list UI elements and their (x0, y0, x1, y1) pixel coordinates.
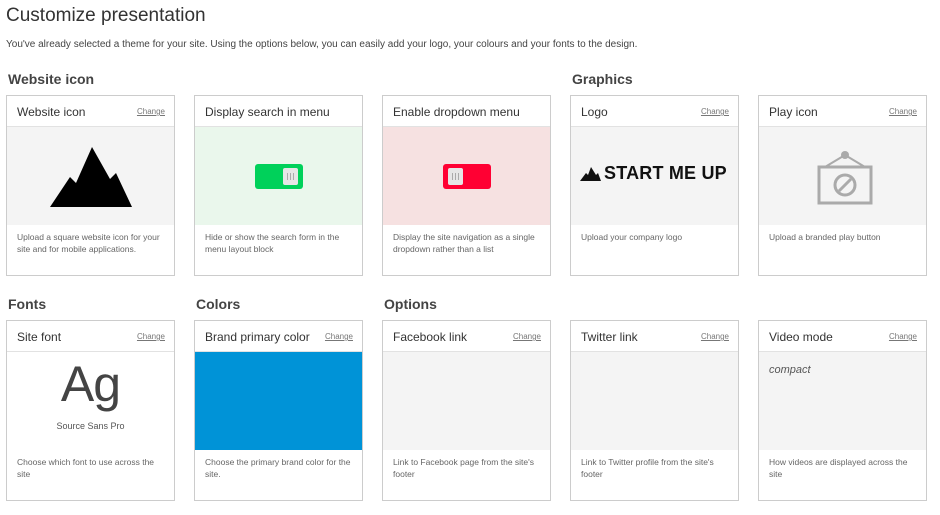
card-logo[interactable]: Logo Change START ME UP Upload your comp… (570, 95, 739, 276)
card-description: Upload a branded play button (769, 232, 881, 242)
section-title-graphics: Graphics (572, 71, 633, 87)
card-header: Twitter link Change (571, 321, 738, 352)
card-search-in-menu[interactable]: Display search in menu Hide or show the … (194, 95, 363, 276)
card-description: Upload a square website icon for your si… (17, 232, 160, 254)
toggle-knob (283, 168, 298, 185)
card-description: Link to Facebook page from the site's fo… (393, 457, 535, 479)
card-title: Video mode (769, 330, 833, 344)
section-title-website-icon: Website icon (8, 71, 95, 87)
card-description: How videos are displayed across the site (769, 457, 908, 479)
video-mode-value: compact (769, 364, 811, 376)
font-sample: Ag (60, 356, 121, 412)
card-title: Brand primary color (205, 330, 310, 344)
section-title-options: Options (384, 296, 437, 312)
search-menu-toggle[interactable] (255, 164, 303, 189)
card-header: Website icon Change (7, 96, 174, 127)
card-preview: START ME UP (571, 127, 738, 225)
dropdown-menu-toggle[interactable] (443, 164, 491, 189)
card-title: Site font (17, 330, 62, 344)
card-header: Video mode Change (759, 321, 926, 352)
change-link[interactable]: Change (137, 107, 165, 116)
card-header: Play icon Change (759, 96, 926, 127)
change-link[interactable]: Change (137, 332, 165, 341)
card-description: Upload your company logo (581, 232, 683, 242)
card-brand-primary-color[interactable]: Brand primary color Change Choose the pr… (194, 320, 363, 501)
card-preview (7, 127, 174, 225)
mountain-icon (50, 147, 132, 207)
card-twitter-link[interactable]: Twitter link Change Link to Twitter prof… (570, 320, 739, 501)
card-preview: compact (759, 352, 926, 450)
card-description: Choose which font to use across the site (17, 457, 155, 479)
card-header: Enable dropdown menu (383, 96, 550, 127)
card-description: Link to Twitter profile from the site's … (581, 457, 714, 479)
card-header: Display search in menu (195, 96, 362, 127)
card-site-font[interactable]: Site font Change Ag Source Sans Pro Choo… (6, 320, 175, 501)
play-frame-icon (817, 151, 873, 205)
card-description: Display the site navigation as a single … (393, 232, 535, 254)
card-preview (383, 127, 550, 225)
section-title-colors: Colors (196, 296, 241, 312)
card-dropdown-menu[interactable]: Enable dropdown menu Display the site na… (382, 95, 551, 276)
font-name: Source Sans Pro (56, 421, 125, 431)
change-link[interactable]: Change (701, 107, 729, 116)
card-preview: Ag Source Sans Pro (7, 352, 174, 450)
card-description: Hide or show the search form in the menu… (205, 232, 340, 254)
card-description: Choose the primary brand color for the s… (205, 457, 351, 479)
change-link[interactable]: Change (325, 332, 353, 341)
page-subtitle: You've already selected a theme for your… (6, 39, 638, 50)
card-header: Logo Change (571, 96, 738, 127)
card-title: Enable dropdown menu (393, 105, 520, 119)
card-header: Facebook link Change (383, 321, 550, 352)
card-preview (759, 127, 926, 225)
card-preview (383, 352, 550, 450)
change-link[interactable]: Change (513, 332, 541, 341)
color-swatch[interactable] (195, 352, 362, 450)
card-header: Site font Change (7, 321, 174, 352)
card-title: Twitter link (581, 330, 638, 344)
card-play-icon[interactable]: Play icon Change Upload a branded play b… (758, 95, 927, 276)
card-title: Logo (581, 105, 608, 119)
change-link[interactable]: Change (889, 107, 917, 116)
logo-image-text: START ME UP (604, 163, 727, 183)
page-title: Customize presentation (6, 5, 206, 26)
logo-mountain-icon (580, 167, 601, 181)
card-title: Display search in menu (205, 105, 330, 119)
change-link[interactable]: Change (701, 332, 729, 341)
card-facebook-link[interactable]: Facebook link Change Link to Facebook pa… (382, 320, 551, 501)
card-title: Play icon (769, 105, 818, 119)
card-preview (571, 352, 738, 450)
card-website-icon[interactable]: Website icon Change Upload a square webs… (6, 95, 175, 276)
card-title: Website icon (17, 105, 86, 119)
section-title-fonts: Fonts (8, 296, 47, 312)
card-video-mode[interactable]: Video mode Change compact How videos are… (758, 320, 927, 501)
toggle-knob (448, 168, 463, 185)
card-preview (195, 127, 362, 225)
card-header: Brand primary color Change (195, 321, 362, 352)
change-link[interactable]: Change (889, 332, 917, 341)
card-title: Facebook link (393, 330, 468, 344)
